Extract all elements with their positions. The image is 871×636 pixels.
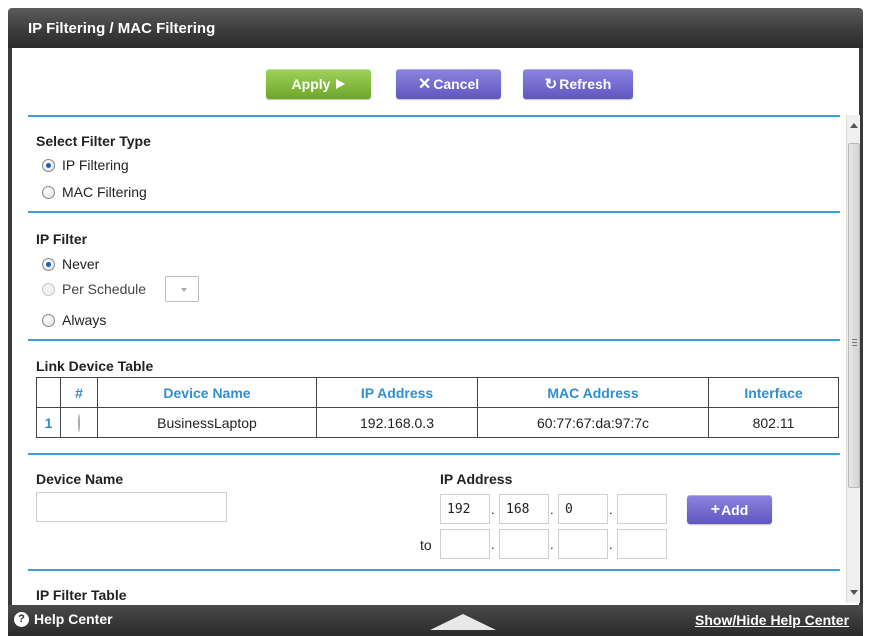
- ip-filter-heading: IP Filter: [36, 231, 88, 247]
- ip-from-octet-4[interactable]: [617, 494, 667, 524]
- per-schedule-label: Per Schedule: [62, 281, 147, 297]
- refresh-button[interactable]: ↻ Refresh: [523, 69, 633, 99]
- ip-dot: .: [491, 537, 495, 552]
- radio-disabled-icon: [42, 282, 55, 296]
- radio-icon: [42, 313, 55, 327]
- row-device-name: BusinessLaptop: [97, 407, 317, 438]
- row-ip-address: 192.168.0.3: [316, 407, 478, 438]
- never-radio[interactable]: Never: [42, 256, 99, 272]
- vertical-scrollbar[interactable]: [846, 115, 860, 603]
- help-center-link[interactable]: ? Help Center: [14, 611, 113, 627]
- ip-dot: .: [491, 502, 495, 517]
- col-index: #: [60, 377, 98, 408]
- cancel-label: Cancel: [433, 76, 480, 92]
- row-select-cell[interactable]: [60, 407, 98, 438]
- mac-filtering-radio[interactable]: MAC Filtering: [42, 184, 147, 200]
- section-divider: [28, 115, 840, 117]
- grip-icon: [852, 339, 857, 346]
- col-mac-address: MAC Address: [477, 377, 709, 408]
- mac-filtering-label: MAC Filtering: [62, 184, 147, 200]
- ip-dot: .: [550, 537, 554, 552]
- apply-label: Apply: [291, 76, 331, 92]
- table-header-row: # Device Name IP Address MAC Address Int…: [36, 377, 839, 408]
- per-schedule-radio[interactable]: Per Schedule: [42, 276, 200, 302]
- play-arrow-icon: [336, 79, 346, 89]
- frame-left-border: [8, 48, 12, 608]
- device-name-field[interactable]: [36, 492, 227, 522]
- show-hide-help-link[interactable]: Show/Hide Help Center: [695, 612, 849, 628]
- to-label: to: [420, 537, 432, 553]
- ip-dot: .: [609, 502, 613, 517]
- select-filter-type-heading: Select Filter Type: [36, 133, 151, 149]
- radio-selected-icon: [42, 158, 55, 172]
- ip-filter-table-heading: IP Filter Table: [36, 587, 127, 603]
- ip-dot: .: [609, 537, 613, 552]
- col-interface: Interface: [708, 377, 839, 408]
- close-icon: ✕: [417, 76, 432, 93]
- link-device-table: # Device Name IP Address MAC Address Int…: [36, 377, 839, 438]
- row-index: 1: [36, 407, 61, 438]
- ip-to-octet-1[interactable]: [440, 529, 490, 559]
- section-divider: [28, 211, 840, 213]
- question-icon: ?: [14, 611, 29, 627]
- ip-dot: .: [550, 502, 554, 517]
- never-label: Never: [62, 256, 100, 272]
- expand-up-icon[interactable]: [430, 614, 496, 630]
- ip-filtering-label: IP Filtering: [62, 157, 129, 173]
- ip-from-octet-3[interactable]: 0: [558, 494, 608, 524]
- row-mac-address: 60:77:67:da:97:7c: [477, 407, 709, 438]
- always-label: Always: [62, 312, 107, 328]
- link-device-table-heading: Link Device Table: [36, 358, 154, 374]
- section-divider: [28, 569, 840, 571]
- cancel-button[interactable]: ✕ Cancel: [396, 69, 501, 99]
- table-row[interactable]: 1 BusinessLaptop 192.168.0.3 60:77:67:da…: [36, 407, 839, 438]
- scroll-up-icon[interactable]: [850, 123, 858, 128]
- apply-button[interactable]: Apply: [266, 69, 371, 99]
- ip-to-octet-2[interactable]: [499, 529, 549, 559]
- schedule-select[interactable]: [165, 276, 200, 302]
- ip-to-octet-3[interactable]: [558, 529, 608, 559]
- col-ip-address: IP Address: [316, 377, 478, 408]
- radio-icon: [42, 185, 55, 199]
- radio-selected-icon: [42, 257, 55, 271]
- add-label: Add: [721, 501, 749, 518]
- col-device-name: Device Name: [97, 377, 317, 408]
- ip-address-label: IP Address: [440, 471, 513, 487]
- row-interface: 802.11: [708, 407, 839, 438]
- device-name-label: Device Name: [36, 471, 124, 487]
- refresh-label: Refresh: [559, 76, 612, 92]
- app-frame: IP Filtering / MAC Filtering Apply ✕ Can…: [0, 0, 871, 636]
- scroll-down-icon[interactable]: [850, 590, 858, 595]
- always-radio[interactable]: Always: [42, 312, 106, 328]
- plus-icon: +: [710, 500, 721, 518]
- ip-from-octet-1[interactable]: 192: [440, 494, 490, 524]
- window-title: IP Filtering / MAC Filtering: [28, 20, 216, 37]
- section-divider: [28, 339, 840, 341]
- ip-to-octet-4[interactable]: [617, 529, 667, 559]
- title-bar: IP Filtering / MAC Filtering: [8, 8, 863, 48]
- scroll-thumb[interactable]: [848, 143, 860, 488]
- help-center-label: Help Center: [34, 611, 113, 627]
- radio-icon[interactable]: [78, 413, 80, 432]
- col-select: [36, 377, 61, 408]
- ip-filtering-radio[interactable]: IP Filtering: [42, 157, 129, 173]
- ip-from-octet-2[interactable]: 168: [499, 494, 549, 524]
- add-button[interactable]: + Add: [687, 495, 772, 524]
- section-divider: [28, 453, 840, 455]
- refresh-icon: ↻: [544, 76, 558, 93]
